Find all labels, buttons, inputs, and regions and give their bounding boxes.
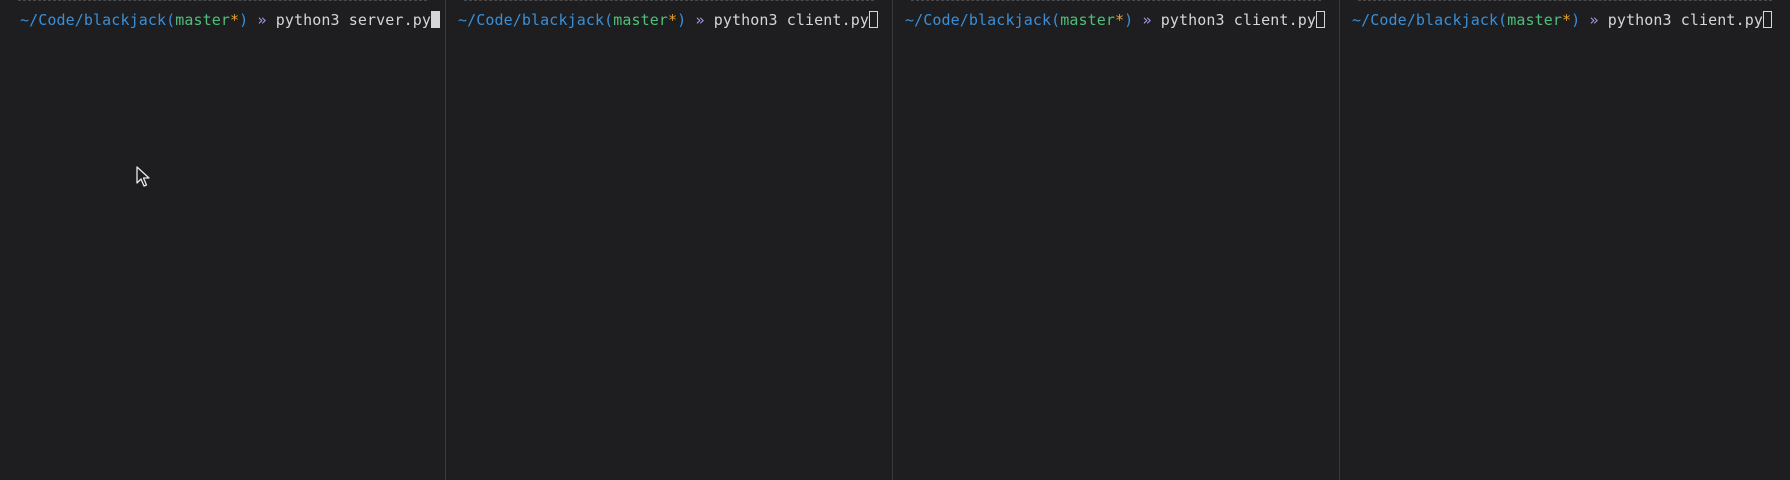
prompt-close-paren: ) (677, 11, 687, 29)
text-cursor (430, 11, 440, 28)
terminal-pane-server[interactable]: ~/Code/blackjack(master*) » python3 serv… (0, 0, 446, 480)
git-dirty-marker: * (1562, 11, 1572, 29)
prompt-close-paren: ) (1571, 11, 1581, 29)
prompt-arrow: » (695, 11, 705, 29)
prompt-arrow: » (1589, 11, 1599, 29)
terminal-pane-client-3[interactable]: ~/Code/blackjack(master*) » python3 clie… (1340, 0, 1790, 480)
git-branch: master (175, 11, 231, 29)
pane-separator-line (911, 0, 1321, 1)
terminal-pane-client-1[interactable]: ~/Code/blackjack(master*) » python3 clie… (446, 0, 893, 480)
mouse-pointer-icon (136, 166, 150, 187)
prompt-path: ~/Code/blackjack (20, 11, 167, 29)
prompt-arrow: » (257, 11, 267, 29)
pane-separator-line (464, 0, 874, 1)
prompt-arrow: » (1142, 11, 1152, 29)
git-dirty-marker: * (1115, 11, 1125, 29)
command-input[interactable]: python3 client.py (714, 11, 869, 29)
command-input[interactable]: python3 client.py (1608, 11, 1763, 29)
terminal-pane-client-2[interactable]: ~/Code/blackjack(master*) » python3 clie… (893, 0, 1340, 480)
git-branch: master (1507, 11, 1563, 29)
git-branch: master (613, 11, 669, 29)
prompt-close-paren: ) (1124, 11, 1134, 29)
terminal-window: ~/Code/blackjack(master*) » python3 serv… (0, 0, 1790, 480)
git-branch: master (1060, 11, 1116, 29)
text-cursor (1762, 11, 1772, 28)
pane-separator-line (18, 0, 427, 1)
prompt-close-paren: ) (239, 11, 249, 29)
prompt-path: ~/Code/blackjack (905, 11, 1052, 29)
prompt-line[interactable]: ~/Code/blackjack(master*) » python3 clie… (458, 10, 878, 30)
pane-separator-line (1358, 0, 1772, 1)
prompt-open-paren: ( (166, 11, 176, 29)
prompt-path: ~/Code/blackjack (458, 11, 605, 29)
command-input[interactable]: python3 server.py (276, 11, 431, 29)
prompt-line[interactable]: ~/Code/blackjack(master*) » python3 serv… (20, 10, 440, 30)
text-cursor (868, 11, 878, 28)
prompt-path: ~/Code/blackjack (1352, 11, 1499, 29)
git-dirty-marker: * (230, 11, 240, 29)
prompt-open-paren: ( (604, 11, 614, 29)
command-input[interactable]: python3 client.py (1161, 11, 1316, 29)
git-dirty-marker: * (668, 11, 678, 29)
text-cursor (1315, 11, 1325, 28)
prompt-line[interactable]: ~/Code/blackjack(master*) » python3 clie… (1352, 10, 1772, 30)
prompt-line[interactable]: ~/Code/blackjack(master*) » python3 clie… (905, 10, 1325, 30)
prompt-open-paren: ( (1498, 11, 1508, 29)
prompt-open-paren: ( (1051, 11, 1061, 29)
